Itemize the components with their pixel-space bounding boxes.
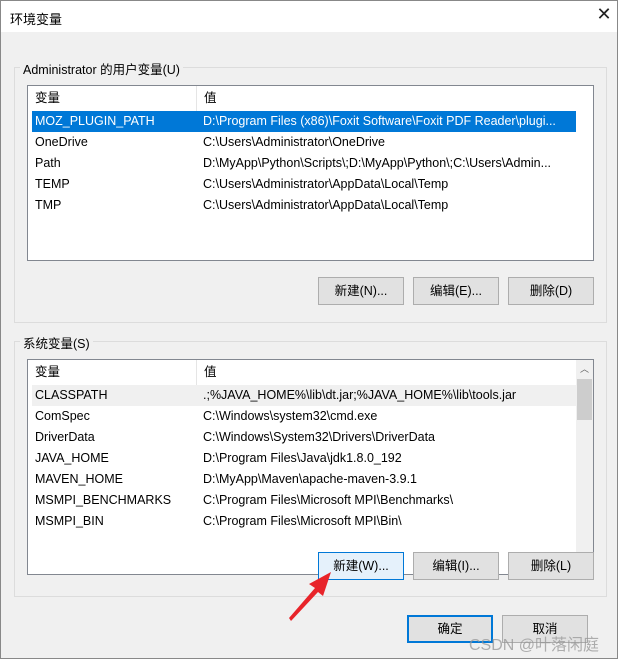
system-vars-list[interactable]: 变量 值 CLASSPATH .;%JAVA_HOME%\lib\dt.jar;%… xyxy=(27,359,594,575)
var-value: D:\MyApp\Maven\apache-maven-3.9.1 xyxy=(203,472,417,486)
var-value: C:\Users\Administrator\AppData\Local\Tem… xyxy=(203,198,449,212)
var-name: OneDrive xyxy=(35,135,88,149)
table-row[interactable]: MSMPI_BIN C:\Program Files\Microsoft MPI\… xyxy=(32,511,576,532)
column-header-name[interactable]: 变量 xyxy=(28,360,196,385)
var-value: C:\Program Files\Microsoft MPI\Benchmark… xyxy=(203,493,454,507)
scrollbar-thumb[interactable] xyxy=(577,379,592,420)
var-name: TEMP xyxy=(35,177,70,191)
var-value: D:\Program Files (x86)\Foxit Software\Fo… xyxy=(203,114,556,128)
var-name: MAVEN_HOME xyxy=(35,472,123,486)
user-vars-list[interactable]: 变量 值 MOZ_PLUGIN_PATH D:\Program Files (x8… xyxy=(27,85,594,261)
var-value: C:\Program Files\Microsoft MPI\Bin\ xyxy=(203,514,402,528)
table-row[interactable]: ComSpec C:\Windows\system32\cmd.exe xyxy=(32,406,576,427)
user-edit-button[interactable]: 编辑(E)... xyxy=(413,277,499,305)
var-name: CLASSPATH xyxy=(35,388,108,402)
system-edit-button[interactable]: 编辑(I)... xyxy=(413,552,499,580)
table-row[interactable]: MSMPI_BENCHMARKS C:\Program Files\Microso… xyxy=(32,490,576,511)
var-name: TMP xyxy=(35,198,62,212)
table-row[interactable]: DriverData C:\Windows\System32\Drivers\Dr… xyxy=(32,427,576,448)
table-row[interactable]: TMP C:\Users\Administrator\AppData\Local\… xyxy=(32,195,576,216)
table-row[interactable]: OneDrive C:\Users\Administrator\OneDrive xyxy=(32,132,576,153)
scrollbar[interactable]: ︿ ﹀ xyxy=(576,360,593,574)
var-value: C:\Windows\System32\Drivers\DriverData xyxy=(203,430,435,444)
table-row[interactable]: JAVA_HOME D:\Program Files\Java\jdk1.8.0_… xyxy=(32,448,576,469)
column-header-value[interactable]: 值 xyxy=(196,360,576,385)
var-name: MSMPI_BIN xyxy=(35,514,104,528)
user-delete-button[interactable]: 删除(D) xyxy=(508,277,594,305)
table-row[interactable]: Path D:\MyApp\Python\Scripts\;D:\MyApp\Py… xyxy=(32,153,576,174)
table-row[interactable]: TEMP C:\Users\Administrator\AppData\Local… xyxy=(32,174,576,195)
var-value: C:\Users\Administrator\AppData\Local\Tem… xyxy=(203,177,449,191)
annotation-arrow-icon xyxy=(289,572,331,621)
table-row[interactable]: MAVEN_HOME D:\MyApp\Maven\apache-maven-3.… xyxy=(32,469,576,490)
var-name: MSMPI_BENCHMARKS xyxy=(35,493,172,507)
scroll-up-icon[interactable]: ︿ xyxy=(576,362,593,376)
var-name: DriverData xyxy=(35,430,95,444)
table-row[interactable]: MOZ_PLUGIN_PATH D:\Program Files (x86)\Fo… xyxy=(32,111,576,132)
var-name: JAVA_HOME xyxy=(35,451,109,465)
column-header-value[interactable]: 值 xyxy=(196,86,576,111)
var-name: ComSpec xyxy=(35,409,90,423)
var-value: C:\Windows\system32\cmd.exe xyxy=(203,409,378,423)
user-vars-label: Administrator 的用户变量(U) xyxy=(20,59,183,78)
watermark: CSDN @叶落闲庭 xyxy=(469,637,600,654)
var-value: D:\Program Files\Java\jdk1.8.0_192 xyxy=(203,451,402,465)
var-name: MOZ_PLUGIN_PATH xyxy=(35,114,155,128)
user-new-button[interactable]: 新建(N)... xyxy=(318,277,404,305)
system-delete-button[interactable]: 删除(L) xyxy=(508,552,594,580)
var-value: .;%JAVA_HOME%\lib\dt.jar;%JAVA_HOME%\lib… xyxy=(203,388,517,402)
title-bar xyxy=(1,1,617,32)
window-title: 环境变量 xyxy=(10,12,63,27)
var-value: D:\MyApp\Python\Scripts\;D:\MyApp\Python… xyxy=(203,156,552,170)
column-header-name[interactable]: 变量 xyxy=(28,86,196,111)
var-name: Path xyxy=(35,156,61,170)
table-row[interactable]: CLASSPATH .;%JAVA_HOME%\lib\dt.jar;%JAVA_… xyxy=(32,385,576,406)
close-icon[interactable]: ✕ xyxy=(593,4,615,25)
system-vars-label: 系统变量(S) xyxy=(20,333,93,352)
var-value: C:\Users\Administrator\OneDrive xyxy=(203,135,385,149)
